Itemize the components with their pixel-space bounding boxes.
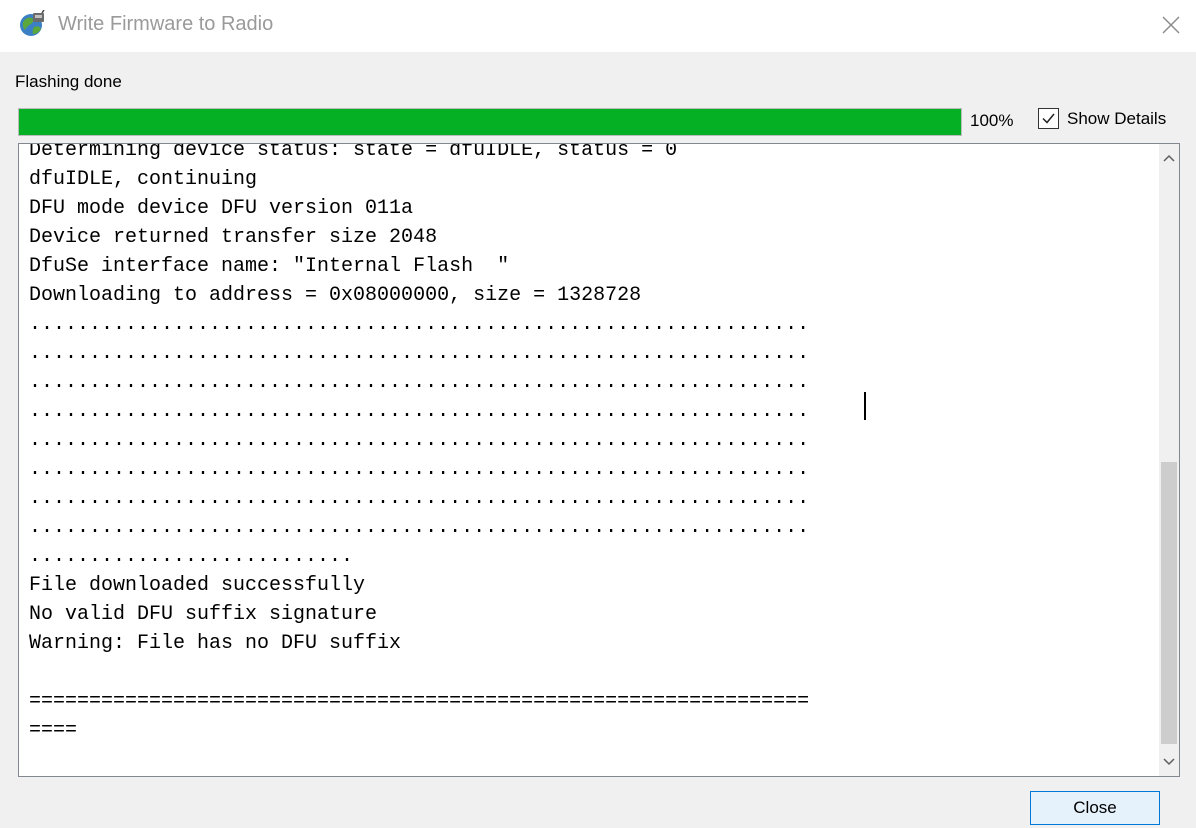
firmware-dialog: Write Firmware to Radio Flashing done 10… — [0, 0, 1196, 828]
radio-app-icon — [18, 9, 46, 38]
checkbox-box[interactable] — [1038, 108, 1059, 129]
scroll-down-icon[interactable] — [1159, 752, 1179, 772]
progress-fill — [19, 109, 961, 135]
progress-percent: 100% — [970, 111, 1014, 130]
show-details-checkbox[interactable]: Show Details — [1038, 108, 1166, 129]
close-icon[interactable] — [1154, 8, 1188, 42]
scroll-up-icon[interactable] — [1159, 148, 1179, 168]
scroll-thumb[interactable] — [1161, 462, 1177, 744]
checkmark-icon — [1042, 113, 1055, 124]
progress-bar — [18, 108, 962, 136]
log-text: Determining device status: state = dfuID… — [29, 143, 810, 742]
window-title: Write Firmware to Radio — [58, 13, 274, 35]
log-scrollbar[interactable] — [1159, 144, 1179, 776]
text-caret — [864, 392, 866, 420]
close-button[interactable]: Close — [1030, 791, 1160, 825]
status-label: Flashing done — [15, 72, 122, 91]
log-output[interactable]: Determining device status: state = dfuID… — [18, 143, 1180, 777]
show-details-label: Show Details — [1067, 108, 1167, 128]
title-bar: Write Firmware to Radio — [0, 0, 1196, 52]
